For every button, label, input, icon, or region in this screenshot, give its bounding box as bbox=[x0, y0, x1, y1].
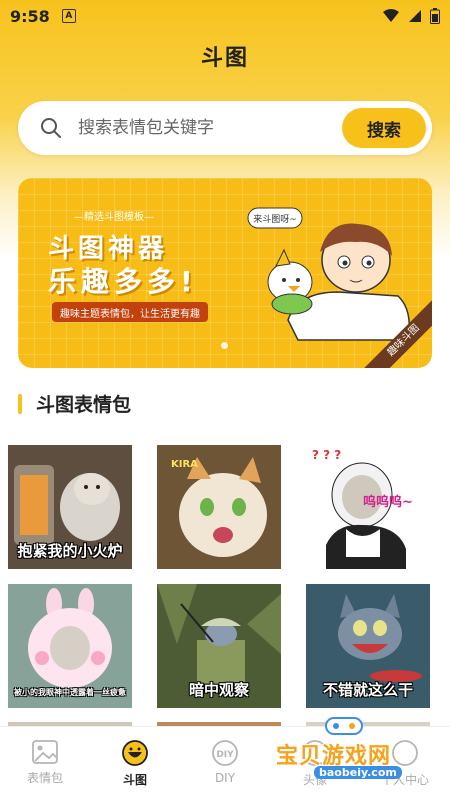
carousel-indicator[interactable] bbox=[221, 342, 228, 349]
tab-doutu[interactable]: 斗图 bbox=[90, 727, 180, 800]
search-bar[interactable]: 搜索 bbox=[18, 101, 432, 155]
search-icon bbox=[41, 118, 61, 138]
watermark-logo: 宝贝游戏网 baobeiy.com bbox=[272, 712, 422, 782]
sticker-item[interactable]: KIRA bbox=[157, 445, 281, 569]
status-time: 9:58 bbox=[10, 6, 50, 26]
speech-bubble-text: 来斗图呀~ bbox=[253, 214, 297, 225]
section-header: 斗图表情包 bbox=[18, 390, 131, 417]
section-accent-bar bbox=[18, 393, 22, 414]
sticker-caption: 不错就这么干 bbox=[322, 681, 413, 699]
banner-title-line2: 乐趣多多! bbox=[48, 265, 198, 298]
tab-label: 斗图 bbox=[122, 773, 147, 787]
page-title: 斗图 bbox=[200, 46, 249, 71]
svg-text:KIRA: KIRA bbox=[171, 459, 198, 470]
status-icons bbox=[382, 8, 440, 24]
section-title: 斗图表情包 bbox=[36, 394, 132, 416]
kira-cat-image: KIRA bbox=[157, 445, 281, 569]
promo-banner[interactable]: —精选斗图模板— 斗图神器 乐趣多多! 趣味主题表情包，让生活更有趣 来斗图呀~… bbox=[18, 178, 432, 368]
sticker-item[interactable]: 暗中观察 bbox=[157, 584, 281, 708]
image-icon bbox=[32, 740, 58, 764]
cartoon-boy-illustration: 来斗图呀~ bbox=[247, 207, 410, 341]
tab-label: 表情包 bbox=[26, 771, 63, 785]
banner-tag: 趣味主题表情包，让生活更有趣 bbox=[52, 302, 208, 322]
watermark-url: baobeiy.com bbox=[314, 766, 402, 779]
sticker-item[interactable]: 不错就这么干 bbox=[306, 584, 430, 708]
sticker-caption: 抱紧我的小火炉 bbox=[17, 542, 123, 560]
signal-icon bbox=[409, 10, 421, 22]
sticker-caption: 呜呜呜~ bbox=[363, 495, 413, 510]
smiley-icon bbox=[122, 740, 148, 766]
gamepad-icon bbox=[325, 717, 363, 735]
search-input[interactable] bbox=[78, 101, 328, 155]
svg-text:DIY: DIY bbox=[216, 750, 234, 760]
sticker-caption: 暗中观察 bbox=[188, 681, 249, 699]
wifi-icon bbox=[383, 9, 399, 22]
notification-icon: A bbox=[61, 9, 76, 23]
sticker-item[interactable]: 抱紧我的小火炉 bbox=[8, 445, 132, 569]
tab-diy[interactable]: DIY DIY bbox=[180, 727, 270, 800]
search-button[interactable]: 搜索 bbox=[342, 108, 426, 148]
diy-icon: DIY bbox=[212, 740, 238, 766]
sticker-item[interactable]: 被小的我眼神中透露着一丝疲惫 bbox=[8, 584, 132, 708]
tab-label: DIY bbox=[214, 771, 236, 785]
sticker-item[interactable]: ? ? ? 呜呜呜~ bbox=[306, 445, 430, 569]
sticker-caption: 被小的我眼神中透露着一丝疲惫 bbox=[14, 688, 126, 697]
tab-emoticons[interactable]: 表情包 bbox=[0, 727, 90, 800]
banner-subtitle: —精选斗图模板— bbox=[74, 212, 154, 223]
status-bar: 9:58 A bbox=[0, 0, 450, 32]
battery-icon bbox=[430, 8, 440, 24]
svg-text:? ? ?: ? ? ? bbox=[312, 448, 341, 462]
